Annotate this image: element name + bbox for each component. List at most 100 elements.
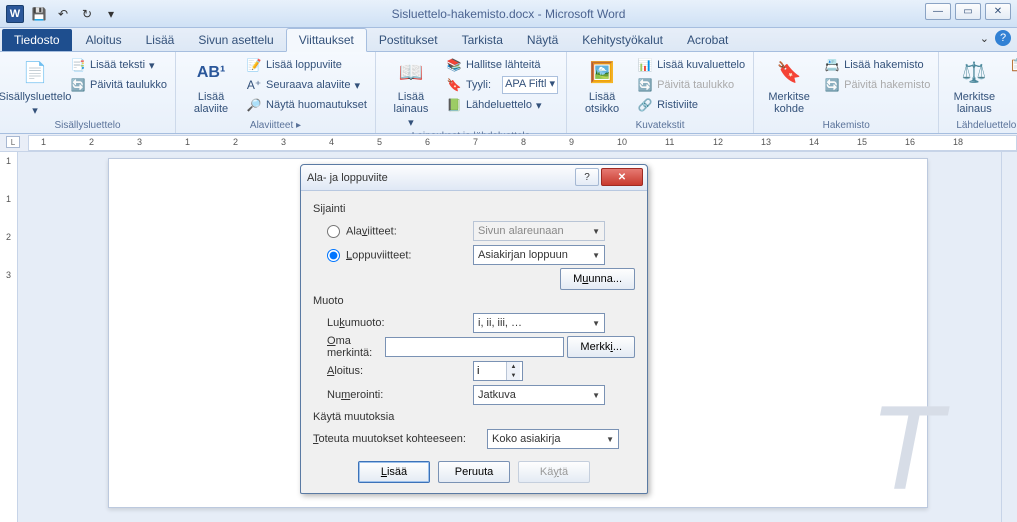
save-button[interactable]: 💾 bbox=[28, 3, 50, 25]
apply-to-select[interactable]: Koko asiakirja▼ bbox=[487, 429, 619, 449]
tab-view[interactable]: Näytä bbox=[515, 29, 570, 51]
minimize-ribbon-button[interactable]: ⌄ bbox=[980, 32, 989, 45]
style-icon: 🔖 bbox=[446, 77, 462, 93]
endnotes-radio[interactable]: Loppuviitteet: bbox=[313, 249, 473, 262]
redo-button[interactable]: ↻ bbox=[76, 3, 98, 25]
update-icon: 🔄 bbox=[637, 77, 653, 93]
update-index-button[interactable]: 🔄Päivitä hakemisto bbox=[822, 75, 932, 95]
apply-to-label: Toteuta muutokset kohteeseen: bbox=[313, 433, 487, 445]
apply-section-label: Käytä muutoksia bbox=[313, 411, 635, 423]
caption-icon: 🖼️ bbox=[586, 57, 618, 89]
update-toc-button[interactable]: 🔄Päivitä taulukko bbox=[68, 75, 169, 95]
endnote-position-select[interactable]: Asiakirjan loppuun▼ bbox=[473, 245, 605, 265]
footnote-endnote-dialog: Ala- ja loppuviite ? ✕ Sijainti Alaviitt… bbox=[300, 164, 648, 494]
update-icon: 🔄 bbox=[824, 77, 840, 93]
tab-references[interactable]: Viittaukset bbox=[286, 28, 367, 52]
undo-icon: ↶ bbox=[55, 6, 71, 22]
dialog-close-button[interactable]: ✕ bbox=[601, 168, 643, 186]
start-at-input[interactable] bbox=[474, 362, 506, 380]
group-label: Lähdeluettelo bbox=[945, 118, 1017, 133]
group-label: Kuvatekstit bbox=[573, 118, 747, 133]
window-controls: — ▭ ✕ bbox=[925, 3, 1011, 20]
group-index: 🔖 Merkitse kohde 📇Lisää hakemisto 🔄Päivi… bbox=[754, 52, 939, 133]
vertical-ruler[interactable]: 1123 bbox=[0, 152, 18, 522]
add-text-icon: 📑 bbox=[70, 57, 86, 73]
show-notes-icon: 🔎 bbox=[246, 97, 262, 113]
manage-sources-icon: 📚 bbox=[446, 57, 462, 73]
start-at-spinner[interactable]: ▲▼ bbox=[473, 361, 523, 381]
format-section-label: Muoto bbox=[313, 295, 635, 307]
cancel-button[interactable]: Peruuta bbox=[438, 461, 510, 483]
insert-citation-button[interactable]: 📖 Lisää lainaus▾ bbox=[382, 55, 440, 129]
show-notes-button[interactable]: 🔎Näytä huomautukset bbox=[244, 95, 369, 115]
update-icon: 🔄 bbox=[70, 77, 86, 93]
add-text-button[interactable]: 📑Lisää teksti ▾ bbox=[68, 55, 169, 75]
tab-mailings[interactable]: Postitukset bbox=[367, 29, 450, 51]
footnote-icon: AB¹ bbox=[195, 57, 227, 89]
spin-up[interactable]: ▲ bbox=[506, 362, 520, 371]
title-bar: W 💾 ↶ ↻ ▾ Sisluettelo-hakemisto.docx - M… bbox=[0, 0, 1017, 28]
window-title: Sisluettelo-hakemisto.docx - Microsoft W… bbox=[0, 0, 1017, 28]
tab-devtools[interactable]: Kehitystyökalut bbox=[570, 29, 675, 51]
quick-access-toolbar: W 💾 ↶ ↻ ▾ bbox=[0, 3, 122, 25]
numbering-select[interactable]: Jatkuva▼ bbox=[473, 385, 605, 405]
minimize-button[interactable]: — bbox=[925, 3, 951, 20]
insert-footnote-button[interactable]: AB¹ Lisää alaviite bbox=[182, 55, 240, 115]
insert-button[interactable]: Lisää bbox=[358, 461, 430, 483]
tab-selector[interactable]: L bbox=[6, 136, 20, 148]
app-logo[interactable]: W bbox=[4, 3, 26, 25]
number-format-select[interactable]: i, ii, iii, …▼ bbox=[473, 313, 605, 333]
horizontal-ruler[interactable]: 1231234567891011121314151618 bbox=[28, 135, 1017, 151]
mark-citation-button[interactable]: ⚖️ Merkitse lainaus bbox=[945, 55, 1003, 115]
custom-mark-input[interactable] bbox=[385, 337, 564, 357]
citation-style-select[interactable]: 🔖Tyyli: APA Fiftl ▾ bbox=[444, 75, 560, 95]
mark-citation-icon: ⚖️ bbox=[958, 57, 990, 89]
next-footnote-icon: A⁺ bbox=[246, 77, 262, 93]
tab-home[interactable]: Aloitus bbox=[74, 29, 134, 51]
group-citations: 📖 Lisää lainaus▾ 📚Hallitse lähteitä 🔖Tyy… bbox=[376, 52, 567, 133]
mark-entry-button[interactable]: 🔖 Merkitse kohde bbox=[760, 55, 818, 115]
numbering-label: Numerointi: bbox=[313, 389, 473, 401]
citation-icon: 📖 bbox=[395, 57, 427, 89]
close-window-button[interactable]: ✕ bbox=[985, 3, 1011, 20]
undo-button[interactable]: ↶ bbox=[52, 3, 74, 25]
convert-button[interactable]: Muunna... bbox=[560, 268, 635, 290]
insert-caption-button[interactable]: 🖼️ Lisää otsikko bbox=[573, 55, 631, 115]
tab-acrobat[interactable]: Acrobat bbox=[675, 29, 740, 51]
qat-more-button[interactable]: ▾ bbox=[100, 3, 122, 25]
tab-review[interactable]: Tarkista bbox=[450, 29, 515, 51]
tab-insert[interactable]: Lisää bbox=[134, 29, 187, 51]
toc-button[interactable]: 📄 Sisällysluettelo▾ bbox=[6, 55, 64, 117]
dialog-title: Ala- ja loppuviite bbox=[307, 172, 388, 184]
insert-index-button[interactable]: 📇Lisää hakemisto bbox=[822, 55, 932, 75]
cross-reference-button[interactable]: 🔗Ristiviite bbox=[635, 95, 747, 115]
vertical-scrollbar[interactable] bbox=[1001, 152, 1017, 522]
insert-authorities-button[interactable]: 📋 bbox=[1007, 55, 1017, 75]
footnotes-radio[interactable]: Alaviitteet: bbox=[313, 225, 473, 238]
next-footnote-button[interactable]: A⁺Seuraava alaviite ▾ bbox=[244, 75, 369, 95]
dialog-help-button[interactable]: ? bbox=[575, 168, 599, 186]
group-label: Alaviitteet ▸ bbox=[182, 118, 369, 133]
symbol-button[interactable]: Merkki... bbox=[567, 336, 635, 358]
chevron-down-icon: ▾ bbox=[103, 6, 119, 22]
ribbon: 📄 Sisällysluettelo▾ 📑Lisää teksti ▾ 🔄Päi… bbox=[0, 52, 1017, 134]
ribbon-tabs: Tiedosto Aloitus Lisää Sivun asettelu Vi… bbox=[0, 28, 1017, 52]
help-button[interactable]: ? bbox=[995, 30, 1011, 46]
dialog-title-bar[interactable]: Ala- ja loppuviite ? ✕ bbox=[301, 165, 647, 191]
bibliography-button[interactable]: 📗Lähdeluettelo ▾ bbox=[444, 95, 560, 115]
tab-pagelayout[interactable]: Sivun asettelu bbox=[186, 29, 285, 51]
maximize-button[interactable]: ▭ bbox=[955, 3, 981, 20]
horizontal-ruler-row: L 1231234567891011121314151618 bbox=[0, 134, 1017, 152]
group-footnotes: AB¹ Lisää alaviite 📝Lisää loppuviite A⁺S… bbox=[176, 52, 376, 133]
authorities-icon: 📋 bbox=[1009, 57, 1017, 73]
update-captions-button[interactable]: 🔄Päivitä taulukko bbox=[635, 75, 747, 95]
redo-icon: ↻ bbox=[79, 6, 95, 22]
spin-down[interactable]: ▼ bbox=[506, 371, 520, 380]
apply-button: Käytä bbox=[518, 461, 590, 483]
tab-file[interactable]: Tiedosto bbox=[2, 29, 72, 51]
manage-sources-button[interactable]: 📚Hallitse lähteitä bbox=[444, 55, 560, 75]
group-authorities: ⚖️ Merkitse lainaus 📋 Lähdeluettelo bbox=[939, 52, 1017, 133]
insert-endnote-button[interactable]: 📝Lisää loppuviite bbox=[244, 55, 369, 75]
insert-table-figures-button[interactable]: 📊Lisää kuvaluettelo bbox=[635, 55, 747, 75]
mark-entry-icon: 🔖 bbox=[773, 57, 805, 89]
